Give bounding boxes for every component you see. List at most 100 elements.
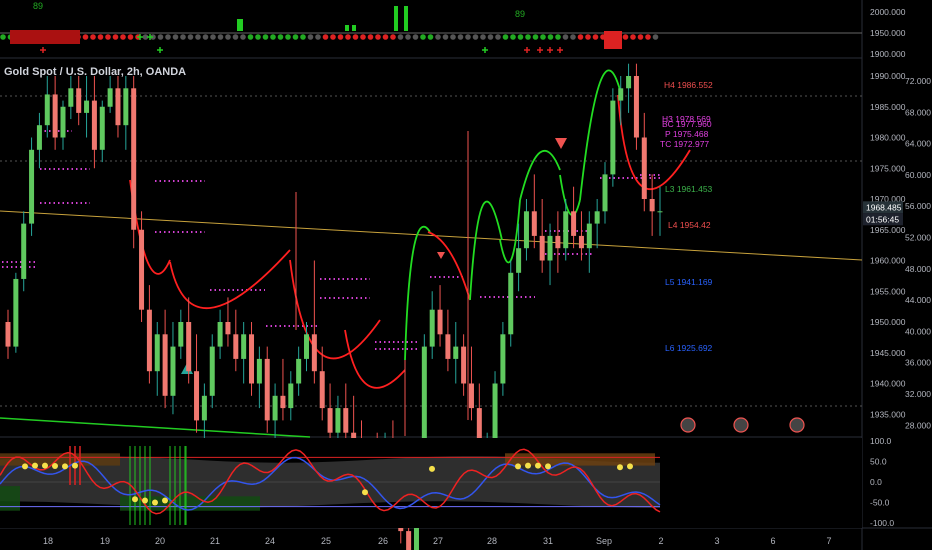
candle-body (76, 88, 82, 113)
price-tick-label: 1985.000 (870, 102, 906, 112)
signal-dot (165, 34, 171, 40)
price-tick-label: 1960.000 (870, 256, 906, 266)
candle-body (429, 309, 435, 347)
signal-dot (195, 34, 201, 40)
signal-dot (382, 34, 389, 40)
candle-body (578, 235, 584, 249)
candle-body (461, 346, 467, 384)
signal-dot (210, 34, 216, 40)
signal-dot (277, 34, 284, 40)
signal-bar (604, 31, 622, 49)
osc-marker-dot (362, 489, 368, 496)
time-axis-label: 6 (770, 536, 775, 546)
candle-body (225, 322, 231, 335)
candle-body (555, 235, 561, 249)
annotation-89-mid: 89 (515, 9, 525, 19)
signal-bar (352, 25, 356, 31)
osc-tick-label: 44.000 (905, 295, 931, 305)
signal-dot (262, 34, 269, 40)
lower-tick-label: -50.0 (870, 498, 890, 508)
osc-marker-dot (515, 463, 521, 470)
signal-dot (637, 34, 644, 40)
signal-dot (255, 34, 261, 40)
signal-dot (457, 34, 464, 40)
candle-body (563, 211, 569, 249)
signal-dot (420, 34, 426, 40)
signal-dot (82, 34, 89, 40)
candle-body (296, 358, 302, 384)
candle-body (186, 322, 192, 372)
signal-dot (577, 34, 584, 40)
candle-body (335, 408, 341, 433)
signal-dot (652, 34, 659, 40)
pivot-label: L5 1941.169 (665, 277, 713, 287)
top-tick-label: 1950.000 (870, 28, 906, 38)
candle-body (21, 223, 27, 279)
osc-zone (0, 453, 120, 466)
osc-tick-label: 56.000 (905, 201, 931, 211)
signal-dot (570, 34, 576, 40)
osc-marker-dot (72, 462, 78, 469)
annotation-89-top: 89 (33, 1, 43, 11)
candle-body (500, 334, 506, 384)
signal-dot (202, 34, 209, 40)
symbol-title[interactable]: Gold Spot / U.S. Dollar, 2h, OANDA (4, 66, 186, 78)
time-axis-label: 25 (321, 536, 331, 546)
signal-dot (315, 34, 321, 40)
candle-body (327, 408, 333, 433)
time-axis-label: 27 (433, 536, 443, 546)
price-tick-label: 1965.000 (870, 225, 906, 235)
time-axis-label: 20 (155, 536, 165, 546)
signal-dot (592, 34, 599, 40)
time-axis-label: 18 (43, 536, 53, 546)
price-tick-label: 1990.000 (870, 71, 906, 81)
candle-body (280, 395, 286, 409)
current-price-label: 1968.485 (866, 202, 902, 212)
lower-tick-label: 50.0 (870, 457, 887, 467)
candle-body (343, 408, 349, 433)
signal-dot (112, 34, 119, 40)
price-chart: H4 1986.552H3 1978.569BC 1977.960P 1975.… (0, 0, 932, 550)
candle-body (131, 88, 137, 230)
candle-body (468, 383, 474, 409)
countdown-label: 01:56:45 (866, 214, 899, 224)
candle-body (99, 106, 105, 150)
candle-body (633, 76, 639, 138)
candle-body (91, 100, 97, 150)
top-tick-label: 2000.000 (870, 7, 906, 17)
signal-dot (232, 34, 239, 40)
time-axis-label: 7 (826, 536, 831, 546)
signal-dot (240, 34, 246, 40)
signal-bar (237, 19, 243, 31)
candle-body (154, 334, 160, 372)
signal-dot (0, 34, 6, 40)
signal-dot (630, 34, 636, 40)
signal-dot (525, 34, 531, 40)
signal-dot (247, 34, 254, 40)
signal-dot (532, 34, 539, 40)
time-axis-label: 3 (714, 536, 719, 546)
time-axis-label: 2 (658, 536, 663, 546)
signal-dot (270, 34, 276, 40)
candle-body (288, 383, 294, 409)
candle-body (437, 309, 443, 335)
pivot-label: TC 1972.977 (660, 139, 709, 149)
candle-body (44, 94, 50, 126)
signal-dot (90, 34, 96, 40)
signal-dot (322, 34, 329, 40)
candle-body (531, 211, 537, 236)
candle-body (209, 346, 215, 396)
osc-marker-dot (545, 463, 551, 470)
osc-tick-label: 40.000 (905, 326, 931, 336)
signal-bar (394, 6, 398, 31)
osc-tick-label: 36.000 (905, 358, 931, 368)
candle-body (194, 371, 200, 421)
candle-body (272, 395, 278, 421)
signal-dot (480, 34, 486, 40)
candle-body (29, 149, 35, 224)
osc-marker-dot (132, 496, 138, 503)
osc-marker-dot (152, 499, 158, 506)
candle-body (594, 211, 600, 224)
time-axis-label: 21 (210, 536, 220, 546)
signal-dot (345, 34, 351, 40)
